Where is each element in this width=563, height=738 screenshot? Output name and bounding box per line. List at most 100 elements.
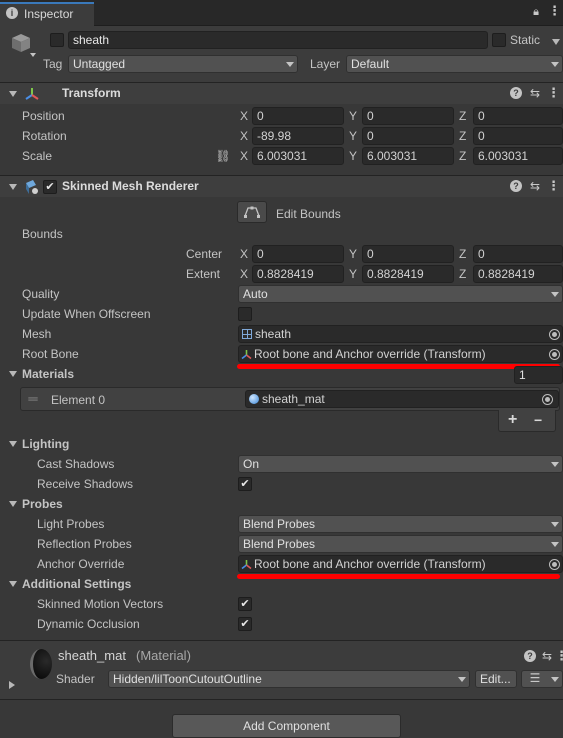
component-menu-icon[interactable]: ⋮ [547,179,560,193]
extent-y-input[interactable]: 0.8828419 [362,265,454,283]
component-menu-icon[interactable]: ⋮ [547,86,560,100]
position-y-input[interactable]: 0 [362,107,454,125]
tag-dropdown[interactable]: Untagged [68,55,298,73]
rotation-y-input[interactable]: 0 [362,127,454,145]
y-label[interactable]: Y [349,244,357,264]
component-enabled-checkbox[interactable]: ✔ [43,180,57,194]
reflection-probes-dropdown[interactable]: Blend Probes [238,535,563,553]
motion-vectors-checkbox[interactable]: ✔ [238,597,252,611]
dynamic-occlusion-checkbox[interactable]: ✔ [238,617,252,631]
x-label[interactable]: X [240,106,248,126]
drag-handle-icon[interactable]: ═ [27,392,39,406]
help-icon[interactable]: ? [524,650,536,662]
presets-icon[interactable]: ⇆ [528,86,542,100]
shader-dropdown[interactable]: Hidden/lilToonCutoutOutline [108,670,470,688]
shader-edit-button[interactable]: Edit... [475,670,517,688]
transform-icon [24,86,40,102]
element0-object-field[interactable]: sheath_mat [245,390,559,408]
edit-bounds-button[interactable] [237,201,267,223]
rotation-z-input[interactable]: 0 [473,127,563,145]
material-sphere-icon [249,394,259,404]
reflection-probes-label: Reflection Probes [37,537,132,551]
transform-header[interactable]: Transform ? ⇆ ⋮ [0,82,563,104]
center-z-input[interactable]: 0 [473,245,563,263]
x-label[interactable]: X [240,244,248,264]
receive-shadows-checkbox[interactable]: ✔ [238,477,252,491]
update-offscreen-checkbox[interactable] [238,307,252,321]
light-probes-dropdown[interactable]: Blend Probes [238,515,563,533]
remove-element-button[interactable]: − [534,410,542,430]
skinned-mesh-icon [23,179,39,195]
y-label[interactable]: Y [349,106,357,126]
mesh-object-field[interactable]: sheath [238,325,563,343]
anchor-override-object-field[interactable]: Root bone and Anchor override (Transform… [238,555,563,573]
x-label[interactable]: X [240,126,248,146]
y-label[interactable]: Y [349,264,357,284]
layer-dropdown[interactable]: Default [346,55,563,73]
probes-foldout-arrow-icon[interactable] [9,501,17,507]
object-picker-icon[interactable] [549,349,560,360]
z-label[interactable]: Z [459,244,466,264]
active-checkbox[interactable] [50,33,64,47]
root-bone-value: Root bone and Anchor override (Transform… [254,347,486,361]
quality-dropdown[interactable]: Auto [238,285,563,303]
static-dropdown-arrow[interactable] [552,39,560,45]
component-menu-icon[interactable]: ⋮ [555,649,563,663]
material-foldout-arrow-icon[interactable] [9,681,15,689]
foldout-arrow-icon[interactable] [9,184,17,190]
scale-x-input[interactable]: 6.003031 [252,147,344,165]
help-icon[interactable]: ? [510,180,522,192]
materials-size-input[interactable]: 1 [514,366,563,384]
light-probes-value: Blend Probes [243,517,316,531]
extent-row: Extent X 0.8828419 Y 0.8828419 Z 0.88284… [0,264,563,284]
lighting-foldout-arrow-icon[interactable] [9,441,17,447]
probes-label[interactable]: Probes [22,494,63,514]
x-label[interactable]: X [240,264,248,284]
scale-y-input[interactable]: 6.003031 [362,147,454,165]
object-picker-icon[interactable] [549,559,560,570]
scale-z-input[interactable]: 6.003031 [473,147,563,165]
object-header: sheath Static Tag Untagged Layer Default [0,26,563,82]
y-label[interactable]: Y [349,146,357,166]
link-icon[interactable]: ⛓︎ [215,149,231,163]
lighting-label[interactable]: Lighting [22,434,69,454]
root-bone-object-field[interactable]: Root bone and Anchor override (Transform… [238,345,563,363]
center-x-input[interactable]: 0 [252,245,344,263]
object-picker-icon[interactable] [542,394,553,405]
z-label[interactable]: Z [459,264,466,284]
materials-label[interactable]: Materials [22,364,74,384]
root-bone-label: Root Bone [22,347,79,361]
additional-foldout-arrow-icon[interactable] [9,581,17,587]
z-label[interactable]: Z [459,126,466,146]
z-label[interactable]: Z [459,106,466,126]
object-name-input[interactable]: sheath [68,31,488,49]
tab-inspector[interactable]: i Inspector [0,2,94,26]
x-label[interactable]: X [240,146,248,166]
center-y-input[interactable]: 0 [362,245,454,263]
shader-options-button[interactable]: ☰ [521,670,563,688]
rotation-x-input[interactable]: -89.98 [252,127,344,145]
icon-dropdown-arrow[interactable] [30,53,36,57]
add-element-button[interactable]: + [508,410,517,430]
foldout-arrow-icon[interactable] [9,91,17,97]
cast-shadows-dropdown[interactable]: On [238,455,563,473]
z-label[interactable]: Z [459,146,466,166]
rotation-row: Rotation X -89.98 Y 0 Z 0 [0,126,563,146]
static-checkbox[interactable] [492,33,506,47]
object-picker-icon[interactable] [549,329,560,340]
lock-icon[interactable]: 🔒︎ [530,5,542,19]
kebab-menu-icon[interactable]: ⋮ [548,4,561,18]
position-z-input[interactable]: 0 [473,107,563,125]
presets-icon[interactable]: ⇆ [540,649,554,663]
y-label[interactable]: Y [349,126,357,146]
help-icon[interactable]: ? [510,87,522,99]
materials-foldout-arrow-icon[interactable] [9,371,17,377]
presets-icon[interactable]: ⇆ [528,179,542,193]
position-x-input[interactable]: 0 [252,107,344,125]
skinned-mesh-renderer-header[interactable]: ✔ Skinned Mesh Renderer ? ⇆ ⋮ [0,175,563,197]
extent-x-input[interactable]: 0.8828419 [252,265,344,283]
highlight-underline [237,364,560,369]
additional-settings-label[interactable]: Additional Settings [22,574,131,594]
extent-z-input[interactable]: 0.8828419 [473,265,563,283]
add-component-button[interactable]: Add Component [172,714,401,738]
